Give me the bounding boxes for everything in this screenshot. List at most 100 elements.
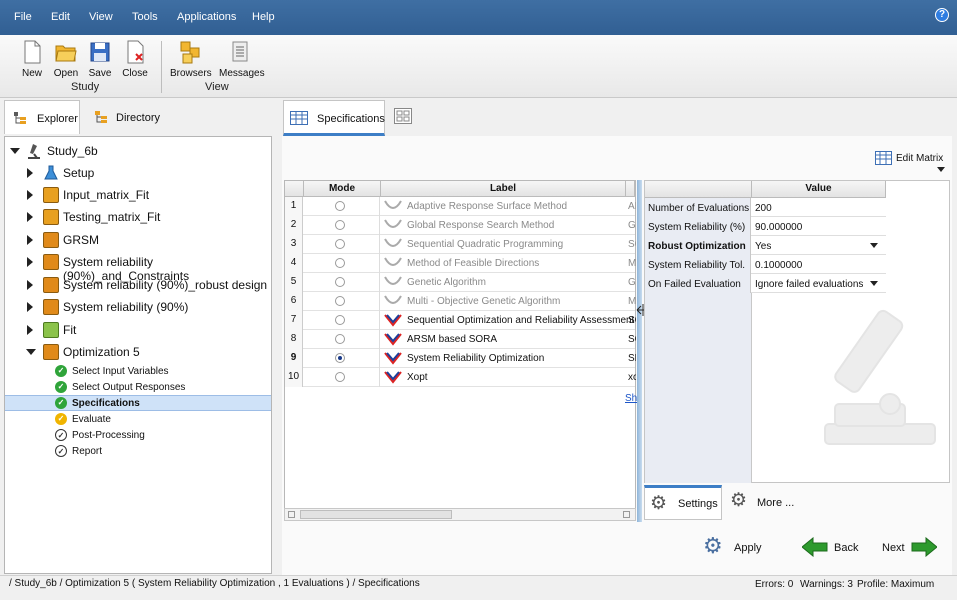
help-icon[interactable]: ? (935, 8, 949, 22)
mode-radio[interactable] (335, 296, 345, 306)
save-button[interactable]: Save (81, 40, 119, 79)
tree-child-label: Evaluate (72, 414, 111, 425)
tree-item[interactable]: Testing_matrix_Fit (5, 206, 271, 228)
chevron-down-icon[interactable] (937, 167, 945, 172)
tab-settings[interactable]: ⚙ Settings (644, 485, 722, 520)
mode-radio[interactable] (335, 201, 345, 211)
menu-view[interactable]: View (89, 11, 113, 23)
edit-matrix-button[interactable]: Edit Matrix (875, 151, 950, 175)
property-value[interactable]: 200 (752, 198, 886, 217)
expand-arrow-icon[interactable] (27, 325, 33, 335)
tree-item[interactable]: System reliability (90%)_and_Constraints (5, 251, 271, 283)
tree-root[interactable]: Study_6b (5, 140, 271, 162)
new-button[interactable]: New (13, 40, 51, 79)
property-row[interactable]: System Reliability Tol. 0.1000000 (645, 255, 886, 274)
browsers-button[interactable]: Browsers (170, 40, 212, 79)
tree-child-select-input-variables[interactable]: ✓ Select Input Variables (5, 364, 271, 380)
tree-item[interactable]: Optimization 5 (5, 341, 271, 363)
table-row[interactable]: 6 Multi - Objective Genetic Algorithm M (285, 292, 636, 311)
property-value[interactable]: 90.000000 (752, 217, 886, 236)
tree-item[interactable]: System reliability (90%)_robust design (5, 274, 271, 296)
apply-button[interactable]: ⚙ Apply (703, 533, 765, 563)
expand-arrow-icon[interactable] (27, 280, 33, 290)
tab-directory[interactable]: Directory (86, 100, 166, 134)
tree-child-evaluate[interactable]: ✓ Evaluate (5, 412, 271, 428)
collapse-arrow-icon[interactable] (10, 148, 20, 154)
mode-radio[interactable] (335, 258, 345, 268)
table-row[interactable]: 8 ARSM based SORA SC (285, 330, 636, 349)
expand-arrow-icon[interactable] (27, 257, 33, 267)
menu-edit[interactable]: Edit (51, 11, 70, 23)
menu-help[interactable]: Help (252, 11, 275, 23)
tree-child-specifications[interactable]: ✓ Specifications (5, 395, 271, 411)
close-button[interactable]: Close (116, 40, 154, 79)
expand-arrow-icon[interactable] (27, 168, 33, 178)
table-row[interactable]: 3 Sequential Quadratic Programming SC (285, 235, 636, 254)
status-profile: Profile: Maximum (857, 579, 935, 590)
property-row[interactable]: System Reliability (%) 90.000000 (645, 217, 886, 236)
column-header-label[interactable]: Label (381, 181, 626, 197)
expand-arrow-icon[interactable] (27, 235, 33, 245)
expand-arrow-icon[interactable] (27, 212, 33, 222)
tab-explorer-label: Explorer (37, 113, 78, 125)
table-row[interactable]: 5 Genetic Algorithm G/ (285, 273, 636, 292)
open-button[interactable]: Open (47, 40, 85, 79)
table-row[interactable]: 2 Global Response Search Method Gl (285, 216, 636, 235)
table-row[interactable]: 7 Sequential Optimization and Reliability… (285, 311, 636, 330)
property-key-column (645, 293, 752, 483)
tree-item[interactable]: Input_matrix_Fit (5, 184, 271, 206)
tree-child-select-output-responses[interactable]: ✓ Select Output Responses (5, 380, 271, 396)
tab-specifications[interactable]: Specifications (283, 100, 385, 136)
collapse-arrow-icon[interactable] (26, 349, 36, 355)
table-row[interactable]: 1 Adaptive Response Surface Method AI (285, 197, 636, 216)
property-value[interactable]: 0.1000000 (752, 255, 886, 274)
mode-radio[interactable] (335, 315, 345, 325)
menu-applications[interactable]: Applications (177, 11, 236, 23)
show-link[interactable]: Sh (625, 393, 637, 404)
dropdown-arrow-icon[interactable] (870, 281, 878, 286)
mode-radio[interactable] (335, 353, 345, 363)
panel-splitter[interactable] (637, 180, 642, 522)
scroll-right-arrow-icon[interactable] (623, 511, 630, 518)
mode-radio[interactable] (335, 334, 345, 344)
scroll-left-arrow-icon[interactable] (288, 511, 295, 518)
scroll-thumb[interactable] (300, 510, 452, 519)
tree-item[interactable]: Setup (5, 162, 271, 184)
tab-layout[interactable] (394, 108, 414, 126)
check-complete-icon: ✓ (55, 381, 67, 393)
horizontal-scrollbar[interactable] (284, 508, 636, 521)
mode-radio[interactable] (335, 220, 345, 230)
column-header-extra[interactable] (626, 181, 635, 197)
tree-item[interactable]: GRSM (5, 229, 271, 251)
property-value[interactable]: Yes (752, 236, 886, 255)
menu-tools[interactable]: Tools (132, 11, 158, 23)
method-extra: SF (628, 353, 636, 364)
browsers-label: Browsers (170, 68, 212, 79)
mode-radio[interactable] (335, 372, 345, 382)
property-row[interactable]: Robust Optimization Yes (645, 236, 886, 255)
expand-arrow-icon[interactable] (27, 302, 33, 312)
doe-matrix-icon (43, 209, 59, 225)
tree-item[interactable]: Fit (5, 319, 271, 341)
tab-explorer[interactable]: Explorer (4, 100, 80, 134)
dropdown-arrow-icon[interactable] (870, 243, 878, 248)
property-row[interactable]: Number of Evaluations 200 (645, 198, 886, 217)
table-row[interactable]: 4 Method of Feasible Directions M (285, 254, 636, 273)
mode-radio[interactable] (335, 239, 345, 249)
property-value[interactable]: Ignore failed evaluations (752, 274, 886, 293)
column-header-mode[interactable]: Mode (304, 181, 381, 197)
menu-file[interactable]: File (14, 11, 32, 23)
tree-child-report[interactable]: ✓ Report (5, 444, 271, 460)
table-row[interactable]: 9 System Reliability Optimization SF (285, 349, 636, 368)
table-row[interactable]: 10 Xopt xc (285, 368, 636, 387)
tree-item[interactable]: System reliability (90%) (5, 296, 271, 318)
mode-radio[interactable] (335, 277, 345, 287)
expand-arrow-icon[interactable] (27, 190, 33, 200)
property-row[interactable]: On Failed Evaluation Ignore failed evalua… (645, 274, 886, 293)
tree-child-post-processing[interactable]: ✓ Post-Processing (5, 428, 271, 444)
back-button[interactable]: Back (800, 533, 860, 563)
next-button[interactable]: Next (881, 533, 941, 563)
row-number: 3 (285, 235, 303, 254)
tab-more[interactable]: ⚙ More ... (726, 485, 806, 520)
messages-button[interactable]: Messages (219, 40, 265, 79)
